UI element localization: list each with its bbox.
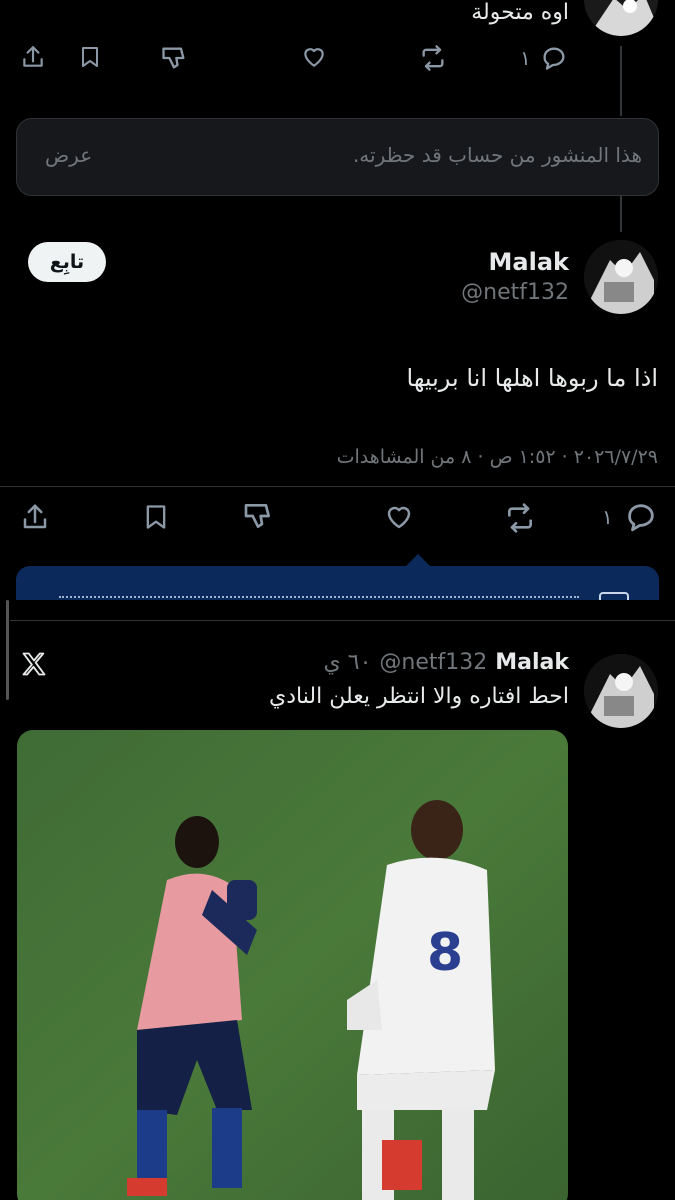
author-name[interactable]: Malak — [489, 248, 569, 276]
x-logo-icon[interactable] — [20, 650, 48, 678]
avatar[interactable] — [584, 240, 658, 314]
reply-count: ١ — [602, 505, 613, 529]
embedded-header: ٦٠ ي @netf132 Malak — [324, 650, 569, 675]
follow-button[interactable]: تابِع — [28, 242, 106, 282]
share-icon[interactable] — [20, 502, 50, 532]
scroll-indicator[interactable] — [6, 600, 9, 700]
author-handle[interactable]: @netf132 — [461, 280, 569, 305]
reply-text: اوه متحولة — [471, 0, 569, 25]
retweet-icon[interactable] — [418, 44, 448, 72]
embedded-handle[interactable]: @netf132 — [379, 650, 487, 675]
embedded-time: ٦٠ ي — [323, 650, 372, 675]
reply-icon[interactable] — [624, 500, 658, 534]
divider — [10, 620, 675, 621]
thread-line — [620, 196, 622, 232]
svg-text:8: 8 — [427, 923, 463, 983]
embedded-text: احط افتاره والا انتظر يعلن النادي — [269, 684, 569, 709]
blocked-notice: هذا المنشور من حساب قد حظرته. عرض — [16, 118, 659, 196]
dislike-icon[interactable] — [160, 44, 188, 72]
blocked-notice-text: هذا المنشور من حساب قد حظرته. — [352, 143, 642, 167]
embedded-author-name[interactable]: Malak — [495, 650, 569, 675]
reply-count: ١ — [520, 46, 531, 70]
divider — [0, 486, 675, 487]
info-banner — [16, 566, 659, 600]
bookmark-icon[interactable] — [142, 502, 170, 532]
like-icon[interactable] — [382, 502, 416, 532]
bookmark-icon[interactable] — [78, 44, 102, 70]
post-text: اذا ما ربوها اهلها انا بربيها — [406, 364, 659, 392]
thread-line — [620, 46, 622, 116]
retweet-icon[interactable] — [502, 502, 538, 534]
banner-icon — [599, 592, 629, 600]
avatar[interactable] — [584, 654, 658, 728]
dislike-icon[interactable] — [242, 500, 274, 532]
post-meta: ٢٠٢٦/٧/٢٩ · ١:٥٢ ص · ٨ من المشاهدات — [336, 446, 658, 468]
like-icon[interactable] — [300, 44, 328, 70]
avatar[interactable] — [584, 0, 658, 36]
page-divider — [0, 600, 675, 620]
share-icon[interactable] — [20, 44, 46, 70]
media-image[interactable]: 8 — [17, 730, 568, 1200]
reply-icon[interactable] — [540, 44, 568, 72]
view-button[interactable]: عرض — [45, 143, 92, 167]
